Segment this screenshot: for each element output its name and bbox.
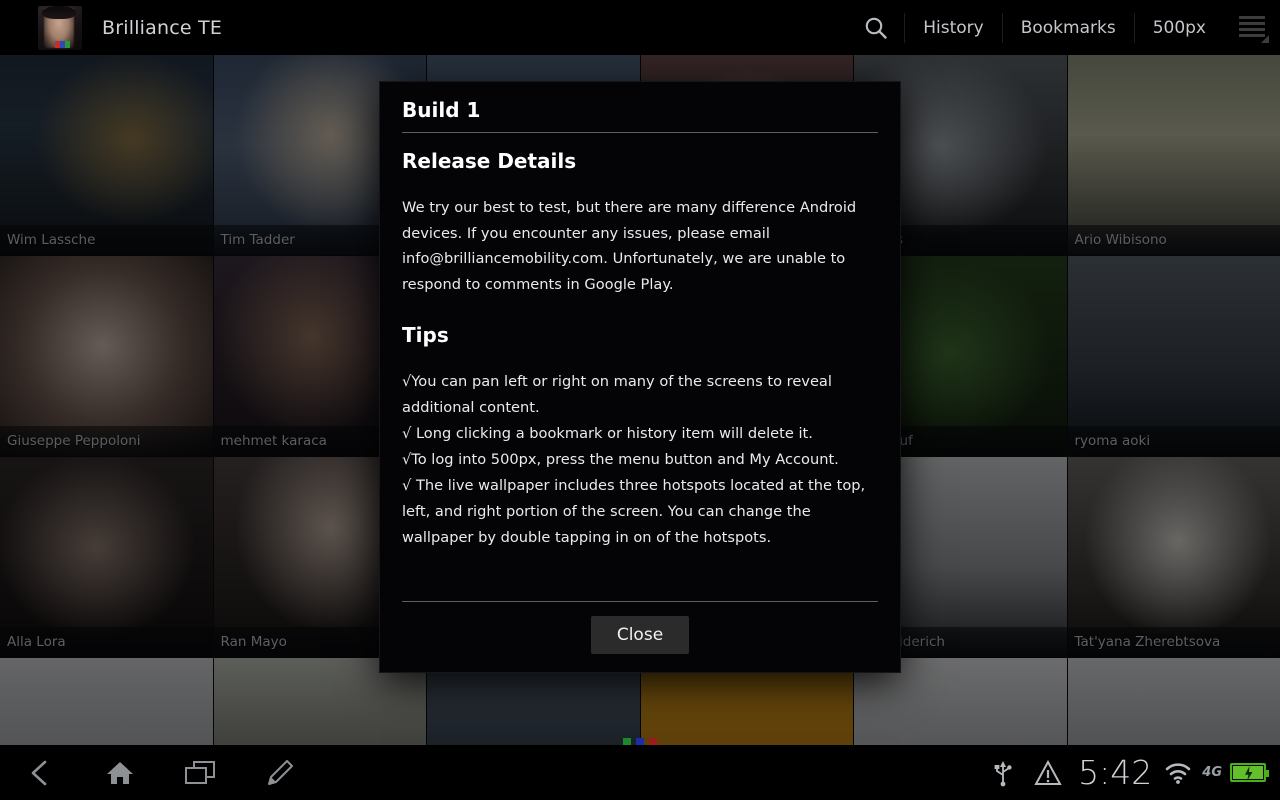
avatar-hair bbox=[42, 5, 76, 19]
status-icons[interactable]: 5:42 4G bbox=[982, 753, 1280, 792]
warning-triangle-icon bbox=[1024, 759, 1072, 787]
photo-tile[interactable]: Tat'yana Zherebtsova bbox=[1067, 457, 1280, 657]
release-paragraph: We try our best to test, but there are m… bbox=[402, 199, 857, 293]
photo-author-name: Alla Lora bbox=[0, 627, 213, 657]
photo-author-name: Tat'yana Zherebtsova bbox=[1067, 627, 1280, 657]
nav-keys bbox=[0, 745, 320, 800]
avatar-dot-green bbox=[65, 40, 70, 48]
photo-author-name: Giuseppe Peppoloni bbox=[0, 426, 213, 456]
menu-corner-marker bbox=[1261, 35, 1269, 43]
nav-link-500px[interactable]: 500px bbox=[1135, 0, 1224, 55]
status-clock: 5:42 bbox=[1078, 753, 1153, 792]
photo-author-name: ryoma aoki bbox=[1067, 426, 1280, 456]
release-notes-dialog: Build 1 Release Details We try our best … bbox=[380, 82, 900, 672]
list-item: √You can pan left or right on many of th… bbox=[402, 373, 832, 416]
list-item: √To log into 500px, press the menu butto… bbox=[402, 451, 839, 468]
action-bar: Brilliance TE History Bookmarks 500px bbox=[0, 0, 1280, 55]
search-icon[interactable] bbox=[848, 0, 904, 55]
home-icon[interactable] bbox=[80, 745, 160, 800]
photo-author-name: Wim Lassche bbox=[0, 225, 213, 255]
action-bar-right: History Bookmarks 500px bbox=[848, 0, 1280, 55]
photo-tile[interactable]: Ario Wibisono bbox=[1067, 55, 1280, 255]
dialog-footer: Close bbox=[402, 601, 878, 672]
tips-heading: Tips bbox=[402, 323, 449, 347]
photo-tile[interactable]: Giuseppe Peppoloni bbox=[0, 256, 213, 456]
app-title: Brilliance TE bbox=[102, 16, 223, 39]
usb-icon bbox=[982, 759, 1024, 787]
recent-apps-icon[interactable] bbox=[160, 745, 240, 800]
close-button[interactable]: Close bbox=[590, 616, 690, 654]
screen-root: Wim LasscheTim TaddermarosArio WibisonoG… bbox=[0, 0, 1280, 800]
battery-charging-icon bbox=[1230, 763, 1269, 782]
photo-tile[interactable]: ryoma aoki bbox=[1067, 256, 1280, 456]
list-item: √ Long clicking a bookmark or history it… bbox=[402, 425, 813, 442]
tips-list: √You can pan left or right on many of th… bbox=[402, 369, 878, 551]
dialog-title: Build 1 bbox=[402, 98, 878, 133]
photo-tile[interactable]: Alla Lora bbox=[0, 457, 213, 657]
network-type-label: 4G bbox=[1202, 765, 1222, 780]
wifi-icon bbox=[1158, 761, 1198, 785]
photo-tile[interactable]: Wim Lassche bbox=[0, 55, 213, 255]
pencil-icon[interactable] bbox=[240, 745, 320, 800]
dialog-body: Release Details We try our best to test,… bbox=[380, 133, 900, 601]
hamburger-menu-icon[interactable] bbox=[1224, 0, 1280, 55]
back-icon[interactable] bbox=[0, 745, 80, 800]
nav-link-bookmarks[interactable]: Bookmarks bbox=[1003, 0, 1134, 55]
list-item: √ The live wallpaper includes three hots… bbox=[402, 477, 866, 546]
photo-author-name: Ario Wibisono bbox=[1067, 225, 1280, 255]
release-details-heading: Release Details bbox=[402, 149, 577, 173]
system-navigation-bar: 5:42 4G bbox=[0, 745, 1280, 800]
app-avatar-icon[interactable] bbox=[38, 5, 82, 50]
nav-link-history[interactable]: History bbox=[905, 0, 1001, 55]
